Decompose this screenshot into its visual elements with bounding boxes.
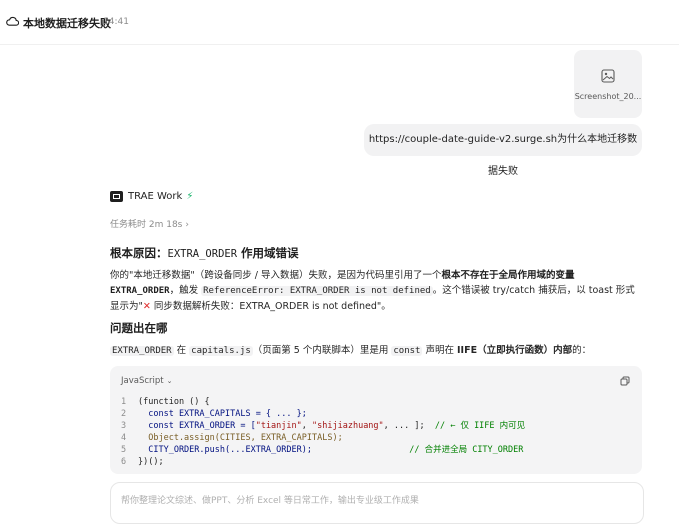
code-line: 4 Object.assign(CITIES, EXTRA_CAPITALS);	[121, 433, 343, 443]
code-line: 1 (function () {	[121, 397, 210, 407]
task-duration-text: 任务耗时 2m 18s	[110, 220, 183, 230]
answer-paragraph-1: 你的"本地迁移数据"（跨设备同步 / 导入数据）失败，是因为代码里引用了一个根本…	[110, 270, 635, 312]
attachment-filename: Screenshot_20...	[574, 92, 642, 101]
user-message: https://couple-date-guide-v2.surge.sh为什么…	[364, 124, 642, 177]
code-line: 3 const EXTRA_ORDER = ["tianjin", "shiji…	[121, 421, 526, 431]
answer-paragraph-2: EXTRA_ORDER 在 capitals.js （页面第 5 个内联脚本）里是…	[110, 345, 592, 356]
answer-heading-where: 问题出在哪	[110, 321, 168, 335]
code-lines: 1 (function () { 2 const EXTRA_CAPITALS =…	[121, 396, 525, 468]
conversation-title: 本地数据迁移失败	[23, 17, 111, 30]
chevron-right-icon: ›	[185, 220, 189, 230]
lightning-icon: ⚡	[186, 190, 194, 202]
image-icon	[601, 69, 615, 83]
code-line: 6})();	[121, 457, 164, 467]
conversation-time: 14:41	[103, 17, 129, 27]
code-block: JavaScript ⌄ 1 (function () { 2 const EXTR…	[110, 366, 642, 474]
code-line: 5 CITY_ORDER.push(...EXTRA_ORDER); // 合并…	[121, 445, 524, 455]
code-line: 2 const EXTRA_CAPITALS = { ... };	[121, 409, 307, 419]
composer-input[interactable]: 帮你整理论文综述、做PPT、分析 Excel 等日常工作，输出专业级工作成果	[110, 482, 644, 524]
agent-header: TRAE Work ⚡	[110, 189, 193, 203]
agent-name: TRAE Work	[128, 190, 183, 202]
copy-icon[interactable]	[620, 376, 630, 386]
code-language-select[interactable]: JavaScript ⌄	[121, 376, 172, 386]
error-x-icon: ✕	[142, 301, 151, 312]
answer-heading-root-cause: 根本原因：EXTRA_ORDER 作用域错误	[110, 246, 299, 260]
task-duration-toggle[interactable]: 任务耗时 2m 18s ›	[110, 217, 189, 230]
screenshot-attachment[interactable]: Screenshot_20...	[574, 50, 642, 118]
cloud-icon	[6, 16, 19, 26]
title-bar: 本地数据迁移失败 14:41	[0, 0, 679, 45]
chevron-down-icon: ⌄	[166, 377, 173, 385]
trae-logo-icon	[110, 190, 123, 202]
